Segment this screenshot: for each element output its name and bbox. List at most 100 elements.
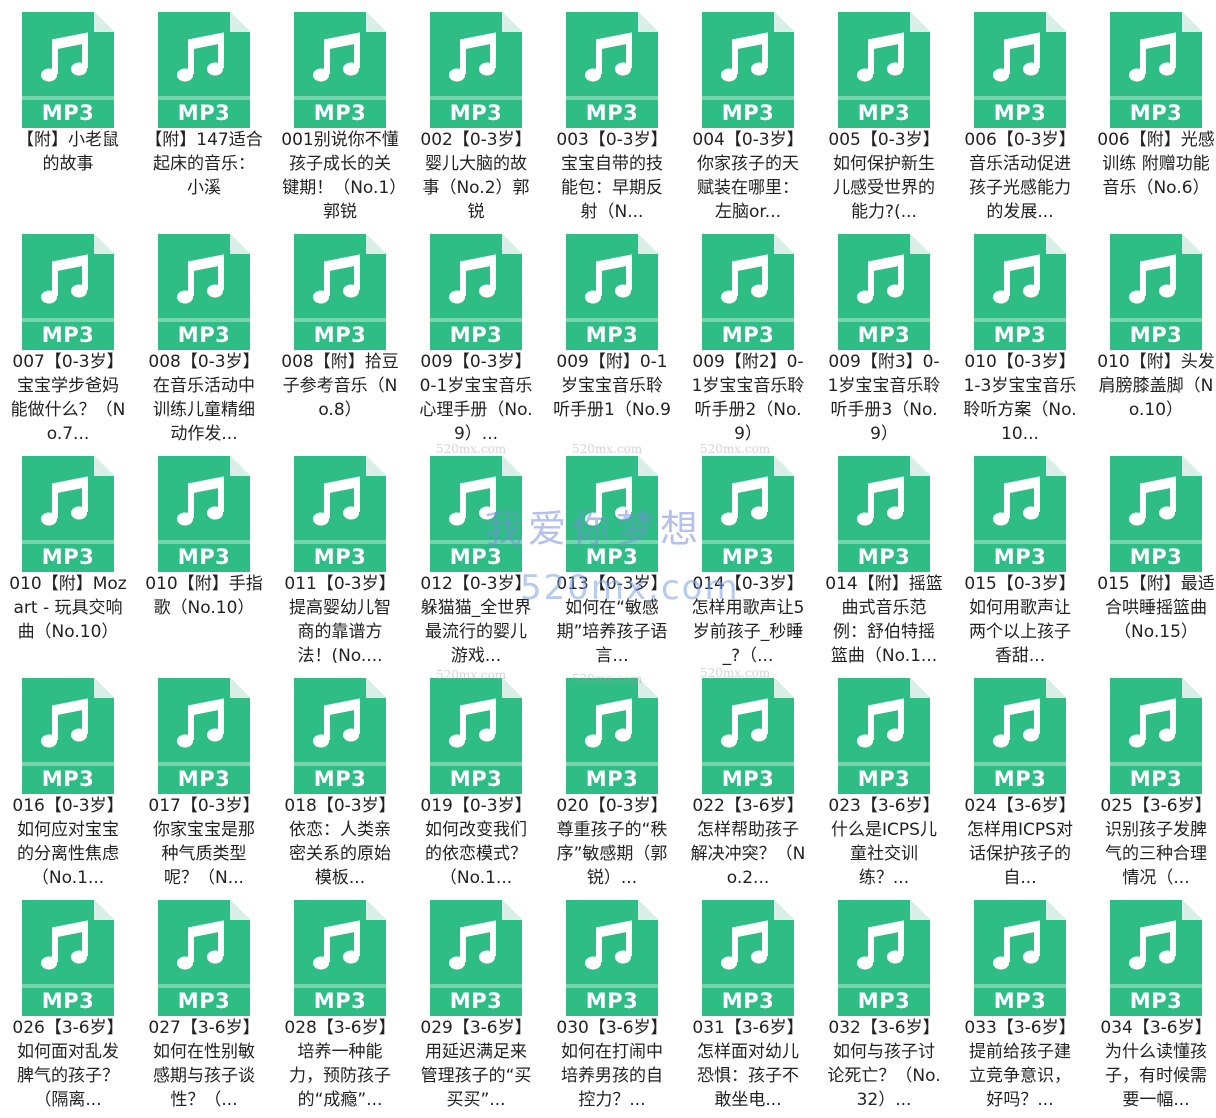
file-name: 014【附】摇篮曲式音乐范例：舒伯特摇篮曲（No.1... (825, 574, 943, 666)
mp3-file-icon: MP3 (974, 12, 1066, 128)
file-type-label: MP3 (313, 989, 367, 1013)
file-item[interactable]: MP3 004【0-3岁】你家孩子的天赋装在哪里：左脑or... (680, 0, 816, 222)
mp3-file-icon: MP3 (838, 456, 930, 572)
file-item[interactable]: MP3 011【0-3岁】提高婴幼儿智商的靠谱方法！(No.... (272, 444, 408, 666)
mp3-file-icon: MP3 (702, 234, 794, 350)
mp3-file-icon: MP3 (158, 234, 250, 350)
file-name: 023【3-6岁】什么是ICPS儿童社交训练？... (828, 796, 940, 888)
file-name: 020【0-3岁】尊重孩子的“秩序”敏感期（郭锐）... (556, 796, 668, 888)
mp3-file-icon: MP3 (566, 900, 658, 1016)
file-type-label: MP3 (177, 323, 231, 347)
file-item[interactable]: MP3 033【3-6岁】提前给孩子建立竞争意识，好吗？... (952, 888, 1088, 1110)
file-item[interactable]: MP3 012【0-3岁】躲猫猫_全世界最流行的婴儿游戏... (408, 444, 544, 666)
file-type-label: MP3 (177, 989, 231, 1013)
file-item[interactable]: MP3 014【附】摇篮曲式音乐范例：舒伯特摇篮曲（No.1... (816, 444, 952, 666)
file-item[interactable]: MP3 024【3-6岁】怎样用ICPS对话保护孩子的自... (952, 666, 1088, 888)
file-name: 007【0-3岁】宝宝学步爸妈能做什么？（No.7... (10, 352, 126, 444)
file-item[interactable]: MP3 003【0-3岁】宝宝自带的技能包：早期反射（N... (544, 0, 680, 222)
file-name: 033【3-6岁】提前给孩子建立竞争意识，好吗？... (964, 1018, 1076, 1110)
file-item[interactable]: MP3 032【3-6岁】如何与孩子讨论死亡？（No.32）... (816, 888, 952, 1110)
file-name: 005【0-3岁】如何保护新生儿感受世界的能力?(... (828, 130, 940, 222)
mp3-file-icon: MP3 (974, 678, 1066, 794)
file-name: 016【0-3岁】如何应对宝宝的分离性焦虑（No.1... (12, 796, 124, 888)
file-type-label: MP3 (449, 101, 503, 125)
file-item[interactable]: MP3 【附】小老鼠的故事 (0, 0, 136, 222)
file-type-label: MP3 (585, 767, 639, 791)
file-name: 【附】147适合起床的音乐：小溪 (145, 130, 263, 198)
file-item[interactable]: MP3 001别说你不懂孩子成长的关键期！（No.1）郭锐 (272, 0, 408, 222)
file-item[interactable]: MP3 020【0-3岁】尊重孩子的“秩序”敏感期（郭锐）... (544, 666, 680, 888)
file-item[interactable]: MP3 013【0-3岁】如何在“敏感期”培养孩子语言... (544, 444, 680, 666)
mp3-file-icon: MP3 (566, 678, 658, 794)
file-type-label: MP3 (1129, 101, 1183, 125)
mp3-file-icon: MP3 (838, 12, 930, 128)
file-item[interactable]: MP3 009【附3】0-1岁宝宝音乐聆听手册3（No.9） (816, 222, 952, 444)
file-item[interactable]: MP3 010【附】Mozart - 玩具交响曲（No.10） (0, 444, 136, 666)
file-name: 028【3-6岁】培养一种能力，预防孩子的“成瘾”... (284, 1018, 396, 1110)
file-name: 010【附】头发肩膀膝盖脚（No.10） (1097, 352, 1215, 420)
file-item[interactable]: MP3 029【3-6岁】用延迟满足来管理孩子的“买买买”... (408, 888, 544, 1110)
file-item[interactable]: MP3 026【3-6岁】如何面对乱发脾气的孩子？（隔离... (0, 888, 136, 1110)
file-item[interactable]: MP3 008【附】拾豆子参考音乐（No.8） (272, 222, 408, 444)
file-type-label: MP3 (993, 323, 1047, 347)
mp3-file-icon: MP3 (974, 900, 1066, 1016)
mp3-file-icon: MP3 (294, 900, 386, 1016)
file-item[interactable]: MP3 031【3-6岁】怎样面对幼儿恐惧：孩子不敢坐电... (680, 888, 816, 1110)
file-type-label: MP3 (585, 323, 639, 347)
file-item[interactable]: MP3 027【3-6岁】如何在性别敏感期与孩子谈性？（... (136, 888, 272, 1110)
file-item[interactable]: MP3 034【3-6岁】为什么读懂孩子，有时候需要一幅... (1088, 888, 1216, 1110)
file-item[interactable]: MP3 016【0-3岁】如何应对宝宝的分离性焦虑（No.1... (0, 666, 136, 888)
file-type-label: MP3 (313, 767, 367, 791)
file-item[interactable]: MP3 018【0-3岁】依恋：人类亲密关系的原始模板... (272, 666, 408, 888)
file-name: 012【0-3岁】躲猫猫_全世界最流行的婴儿游戏... (420, 574, 532, 666)
file-type-label: MP3 (585, 989, 639, 1013)
file-name: 030【3-6岁】如何在打闹中培养男孩的自控力？... (556, 1018, 668, 1110)
file-item[interactable]: MP3 028【3-6岁】培养一种能力，预防孩子的“成瘾”... (272, 888, 408, 1110)
file-item[interactable]: MP3 007【0-3岁】宝宝学步爸妈能做什么？（No.7... (0, 222, 136, 444)
file-name: 031【3-6岁】怎样面对幼儿恐惧：孩子不敢坐电... (692, 1018, 804, 1110)
file-item[interactable]: MP3 015【0-3岁】如何用歌声让两个以上孩子香甜... (952, 444, 1088, 666)
file-item[interactable]: MP3 005【0-3岁】如何保护新生儿感受世界的能力?(... (816, 0, 952, 222)
file-item[interactable]: MP3 030【3-6岁】如何在打闹中培养男孩的自控力？... (544, 888, 680, 1110)
file-name: 034【3-6岁】为什么读懂孩子，有时候需要一幅... (1100, 1018, 1212, 1110)
file-name: 009【附】0-1岁宝宝音乐聆听手册1（No.9 (553, 352, 671, 420)
file-name: 011【0-3岁】提高婴幼儿智商的靠谱方法！(No.... (284, 574, 396, 666)
file-name: 019【0-3岁】如何改变我们的依恋模式？（No.1... (420, 796, 532, 888)
mp3-file-icon: MP3 (158, 678, 250, 794)
file-type-label: MP3 (585, 101, 639, 125)
file-name: 008【附】拾豆子参考音乐（No.8） (281, 352, 399, 420)
file-item[interactable]: MP3 019【0-3岁】如何改变我们的依恋模式？（No.1... (408, 666, 544, 888)
file-item[interactable]: MP3 014【0-3岁】怎样用歌声让5岁前孩子_秒睡_?（... (680, 444, 816, 666)
file-item[interactable]: MP3 006【附】光感训练 附赠功能音乐（No.6） (1088, 0, 1216, 222)
file-item[interactable]: MP3 009【附】0-1岁宝宝音乐聆听手册1（No.9 (544, 222, 680, 444)
file-item[interactable]: MP3 010【0-3岁】1-3岁宝宝音乐聆听方案（No.10... (952, 222, 1088, 444)
file-item[interactable]: MP3 025【3-6岁】识别孩子发脾气的三种合理情况（... (1088, 666, 1216, 888)
file-item[interactable]: MP3 010【附】手指歌（No.10） (136, 444, 272, 666)
mp3-file-icon: MP3 (1110, 234, 1202, 350)
file-name: 022【3-6岁】怎样帮助孩子解决冲突？（No.2... (690, 796, 806, 888)
file-item[interactable]: MP3 015【附】最适合哄睡摇篮曲（No.15） (1088, 444, 1216, 666)
file-item[interactable]: MP3 002【0-3岁】婴儿大脑的故事（No.2）郭锐 (408, 0, 544, 222)
file-item[interactable]: MP3 022【3-6岁】怎样帮助孩子解决冲突？（No.2... (680, 666, 816, 888)
mp3-file-icon: MP3 (838, 678, 930, 794)
file-type-label: MP3 (313, 323, 367, 347)
file-name: 024【3-6岁】怎样用ICPS对话保护孩子的自... (964, 796, 1076, 888)
file-type-label: MP3 (993, 989, 1047, 1013)
file-item[interactable]: MP3 006【0-3岁】音乐活动促进孩子光感能力的发展... (952, 0, 1088, 222)
file-item[interactable]: MP3 023【3-6岁】什么是ICPS儿童社交训练？... (816, 666, 952, 888)
file-type-label: MP3 (1129, 323, 1183, 347)
file-item[interactable]: MP3 【附】147适合起床的音乐：小溪 (136, 0, 272, 222)
mp3-file-icon: MP3 (974, 456, 1066, 572)
file-item[interactable]: MP3 009【0-3岁】0-1岁宝宝音乐心理手册（No.9）... (408, 222, 544, 444)
file-name: 018【0-3岁】依恋：人类亲密关系的原始模板... (284, 796, 396, 888)
file-name: 017【0-3岁】你家宝宝是那种气质类型呢？（N... (148, 796, 260, 888)
file-type-label: MP3 (177, 545, 231, 569)
file-item[interactable]: MP3 009【附2】0-1岁宝宝音乐聆听手册2（No.9） (680, 222, 816, 444)
mp3-file-icon: MP3 (1110, 678, 1202, 794)
file-item[interactable]: MP3 008【0-3岁】在音乐活动中训练儿童精细动作发... (136, 222, 272, 444)
file-item[interactable]: MP3 017【0-3岁】你家宝宝是那种气质类型呢？（N... (136, 666, 272, 888)
file-item[interactable]: MP3 010【附】头发肩膀膝盖脚（No.10） (1088, 222, 1216, 444)
file-name: 001别说你不懂孩子成长的关键期！（No.1）郭锐 (281, 130, 399, 222)
file-type-label: MP3 (721, 101, 775, 125)
file-type-label: MP3 (857, 545, 911, 569)
